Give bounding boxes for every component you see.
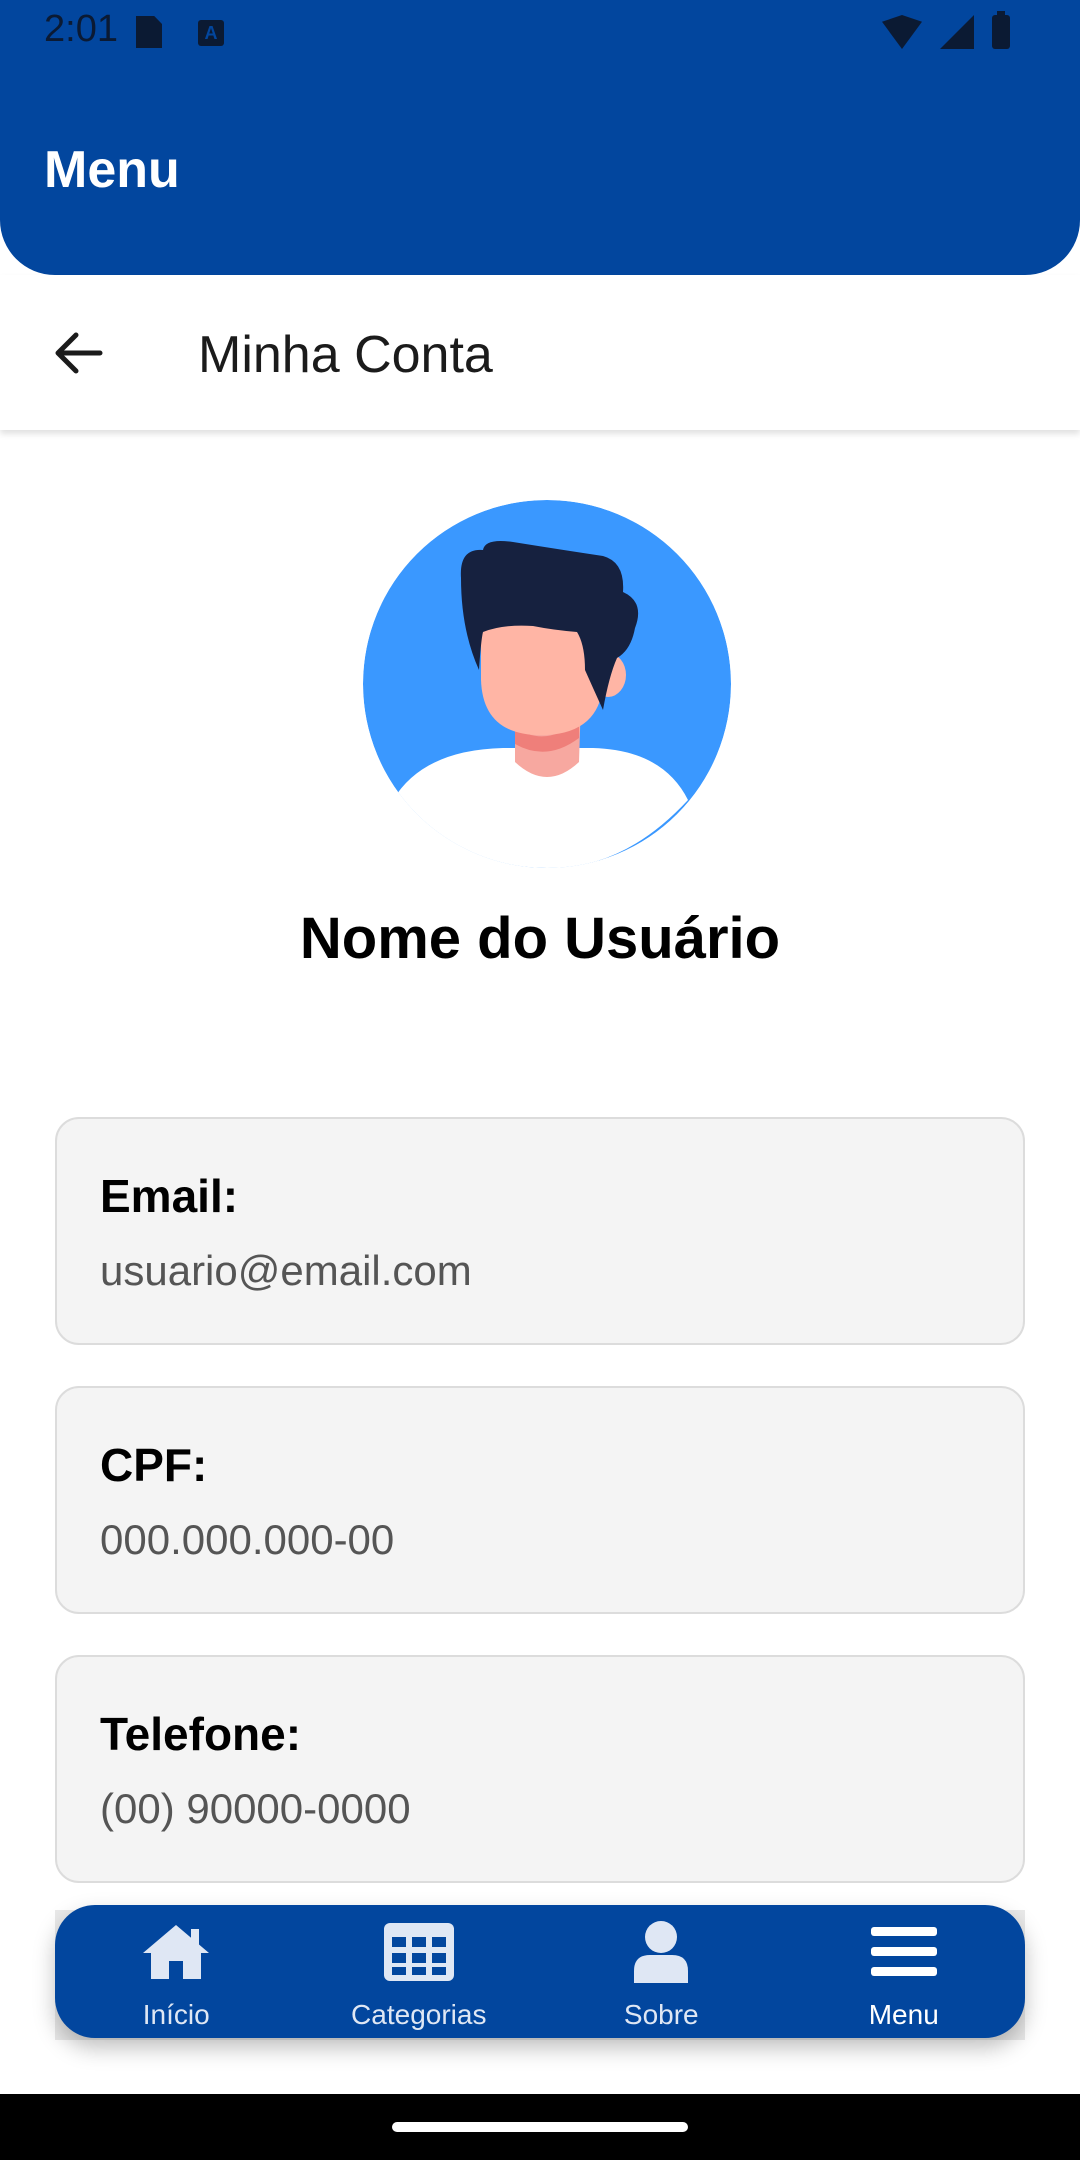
system-nav-bar: [0, 2094, 1080, 2160]
grid-icon: [381, 1917, 457, 1987]
page-title: Minha Conta: [198, 326, 493, 384]
app-screen: 2:01 A Menu Minha Conta Nome do Usuário …: [0, 0, 1080, 2160]
phone-label: Telefone:: [100, 1708, 302, 1760]
email-label: Email:: [100, 1170, 239, 1222]
nav-item-sobre[interactable]: Sobre: [540, 1905, 783, 2038]
signal-icon: [940, 15, 974, 49]
email-value: usuario@email.com: [100, 1247, 472, 1294]
avatar: [363, 500, 731, 868]
user-avatar-illustration: [363, 500, 731, 868]
arrow-back-icon: [55, 332, 103, 374]
battery-icon: [992, 11, 1010, 49]
back-button[interactable]: [40, 315, 116, 391]
toolbar: Minha Conta: [0, 275, 1080, 430]
nav-label-menu: Menu: [868, 1999, 939, 2030]
phone-value: (00) 90000-0000: [100, 1785, 411, 1832]
cpf-label: CPF:: [100, 1439, 208, 1491]
cpf-value: 000.000.000-00: [100, 1516, 395, 1563]
status-icons: [882, 11, 1010, 50]
nav-label-categorias: Categorias: [351, 1999, 487, 2030]
nav-label-sobre: Sobre: [623, 1999, 699, 2030]
top-header: 2:01 A Menu: [0, 0, 1080, 275]
nav-item-categorias[interactable]: Categorias: [298, 1905, 541, 2038]
header-title: Menu: [44, 141, 180, 199]
bottom-nav: Início Categorias Sobre Menu: [55, 1905, 1025, 2038]
nav-label-inicio: Início: [142, 1999, 210, 2030]
nav-item-inicio[interactable]: Início: [55, 1905, 298, 2038]
home-indicator[interactable]: [392, 2122, 688, 2132]
person-icon: [623, 1917, 699, 1987]
sd-card-icon: [136, 16, 162, 48]
nav-item-menu[interactable]: Menu: [783, 1905, 1026, 2038]
keyboard-icon: A: [198, 20, 224, 46]
user-name: Nome do Usuário: [299, 906, 781, 971]
email-card: Email: usuario@email.com: [55, 1117, 1025, 1345]
menu-icon: [866, 1917, 942, 1987]
home-icon: [138, 1917, 214, 1987]
status-bar: 2:01 A: [0, 0, 1080, 66]
status-time: 2:01: [44, 8, 118, 50]
cpf-card: CPF: 000.000.000-00: [55, 1386, 1025, 1614]
phone-card: Telefone: (00) 90000-0000: [55, 1655, 1025, 1883]
wifi-icon: [882, 15, 922, 49]
